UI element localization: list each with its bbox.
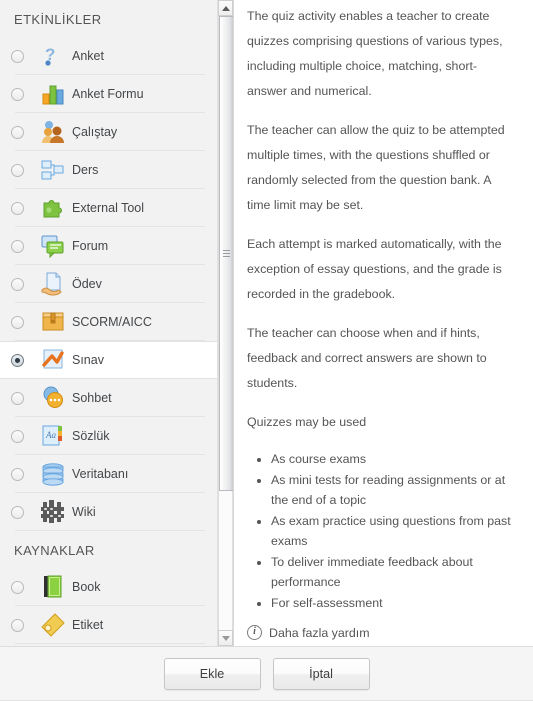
package-box-icon — [36, 307, 70, 337]
list-item-forum[interactable]: Forum — [0, 227, 217, 265]
radio-calistay[interactable] — [11, 125, 24, 139]
activity-list-scroll-area: ETKİNLİKLER ? Anket Anket Formu Çalıştay… — [0, 0, 218, 646]
list-item-anket[interactable]: ? Anket — [0, 37, 217, 75]
list-item: As exam practice using questions from pa… — [271, 511, 515, 551]
radio-sozluk[interactable] — [11, 429, 24, 443]
info-circle-icon: i — [247, 625, 262, 640]
list-item-label: Anket Formu — [72, 87, 144, 101]
list-item-label: External Tool — [72, 201, 145, 215]
more-help-label: Daha fazla yardım — [269, 625, 370, 640]
radio-sohbet[interactable] — [11, 391, 24, 405]
list-item-label: Sınav — [72, 353, 104, 367]
speech-bubbles-icon — [36, 231, 70, 261]
question-mark-icon: ? — [36, 41, 70, 71]
scroll-up-button[interactable] — [218, 0, 233, 16]
list-item-label: Çalıştay — [72, 125, 118, 139]
row-separator — [15, 643, 205, 644]
list-item: As mini tests for reading assignments or… — [271, 470, 515, 510]
glossary-book-icon: Aa — [36, 421, 70, 451]
list-item-label: Wiki — [72, 505, 96, 519]
radio-etiket[interactable] — [11, 618, 24, 632]
list-item: For self-assessment — [271, 593, 515, 613]
scroll-up-arrow-icon — [221, 5, 230, 11]
list-item-veritabani[interactable]: Veritabanı — [0, 455, 217, 493]
list-item-etiket[interactable]: Etiket — [0, 606, 217, 644]
list-item-label: SCORM/AICC — [72, 315, 152, 329]
list-item-book[interactable]: Book — [0, 568, 217, 606]
radio-book[interactable] — [11, 580, 24, 594]
radio-anket[interactable] — [11, 49, 24, 63]
description-paragraph-5: Quizzes may be used — [247, 415, 367, 429]
scroll-down-arrow-icon — [221, 635, 230, 641]
list-item-sozluk[interactable]: Aa Sözlük — [0, 417, 217, 455]
dialog-footer: Ekle İptal — [0, 646, 533, 701]
add-activity-dialog: ETKİNLİKLER ? Anket Anket Formu Çalıştay… — [0, 0, 533, 701]
row-separator — [15, 530, 205, 531]
list-item-label: Sohbet — [72, 391, 112, 405]
dialog-body: ETKİNLİKLER ? Anket Anket Formu Çalıştay… — [0, 0, 533, 646]
radio-sinav[interactable] — [11, 353, 24, 367]
add-button[interactable]: Ekle — [163, 657, 261, 690]
checkmark-page-icon — [36, 345, 70, 375]
list-item-label: Book — [72, 580, 101, 594]
wiki-blocks-icon — [36, 497, 70, 527]
scrollbar-grip-icon — [223, 248, 230, 259]
description-paragraph-3: Each attempt is marked automatically, wi… — [247, 237, 502, 301]
list-item-label: Forum — [72, 239, 109, 253]
more-help-link[interactable]: i Daha fazla yardım — [247, 625, 515, 640]
hand-document-icon — [36, 269, 70, 299]
radio-odev[interactable] — [11, 277, 24, 291]
list-item: To deliver immediate feedback about perf… — [271, 552, 515, 592]
scrollbar-thumb[interactable] — [219, 16, 233, 491]
radio-veritabani[interactable] — [11, 467, 24, 481]
list-item-label: Ders — [72, 163, 99, 177]
database-icon — [36, 459, 70, 489]
list-item-sinav[interactable]: Sınav — [0, 341, 217, 379]
activity-chooser-panel: ETKİNLİKLER ? Anket Anket Formu Çalıştay… — [0, 0, 234, 646]
chat-bubbles-icon — [36, 383, 70, 413]
green-book-icon — [36, 572, 70, 602]
resources-list: Book Etiket — [0, 568, 217, 644]
list-item-external-tool[interactable]: External Tool — [0, 189, 217, 227]
scrollbar-track[interactable] — [218, 16, 233, 630]
radio-forum[interactable] — [11, 239, 24, 253]
radio-ders[interactable] — [11, 163, 24, 177]
label-tag-icon — [36, 610, 70, 640]
activities-list: ? Anket Anket Formu Çalıştay Ders Extern… — [0, 37, 217, 531]
bar-chart-icon — [36, 79, 70, 109]
list-item-calistay[interactable]: Çalıştay — [0, 113, 217, 151]
radio-anket-formu[interactable] — [11, 87, 24, 101]
people-workshop-icon — [36, 117, 70, 147]
radio-wiki[interactable] — [11, 505, 24, 519]
list-item-wiki[interactable]: Wiki — [0, 493, 217, 531]
list-item: As course exams — [271, 449, 515, 469]
usage-bullet-list: As course exams As mini tests for readin… — [247, 449, 515, 613]
list-item-label: Sözlük — [72, 429, 110, 443]
list-item-odev[interactable]: Ödev — [0, 265, 217, 303]
list-item-label: Ödev — [72, 277, 102, 291]
radio-scorm-aicc[interactable] — [11, 315, 24, 329]
description-paragraph-2: The teacher can allow the quiz to be att… — [247, 123, 505, 212]
lesson-flowchart-icon — [36, 155, 70, 185]
list-item-ders[interactable]: Ders — [0, 151, 217, 189]
cancel-button[interactable]: İptal — [272, 657, 370, 690]
list-item-anket-formu[interactable]: Anket Formu — [0, 75, 217, 113]
list-item-label: Anket — [72, 49, 104, 63]
radio-external-tool[interactable] — [11, 201, 24, 215]
description-paragraph-4: The teacher can choose when and if hints… — [247, 326, 487, 390]
list-item-label: Veritabanı — [72, 467, 129, 481]
list-item-scorm-aicc[interactable]: SCORM/AICC — [0, 303, 217, 341]
scroll-down-button[interactable] — [218, 630, 233, 646]
svg-text:Aa: Aa — [45, 430, 56, 440]
activity-list-scrollbar[interactable] — [217, 0, 233, 646]
group-title-resources: KAYNAKLAR — [14, 543, 95, 558]
list-item-sohbet[interactable]: Sohbet — [0, 379, 217, 417]
description-paragraph-1: The quiz activity enables a teacher to c… — [247, 9, 503, 98]
puzzle-piece-icon — [36, 193, 70, 223]
list-item-label: Etiket — [72, 618, 104, 632]
activity-description-panel: The quiz activity enables a teacher to c… — [234, 0, 533, 646]
group-title-activities: ETKİNLİKLER — [14, 12, 102, 27]
